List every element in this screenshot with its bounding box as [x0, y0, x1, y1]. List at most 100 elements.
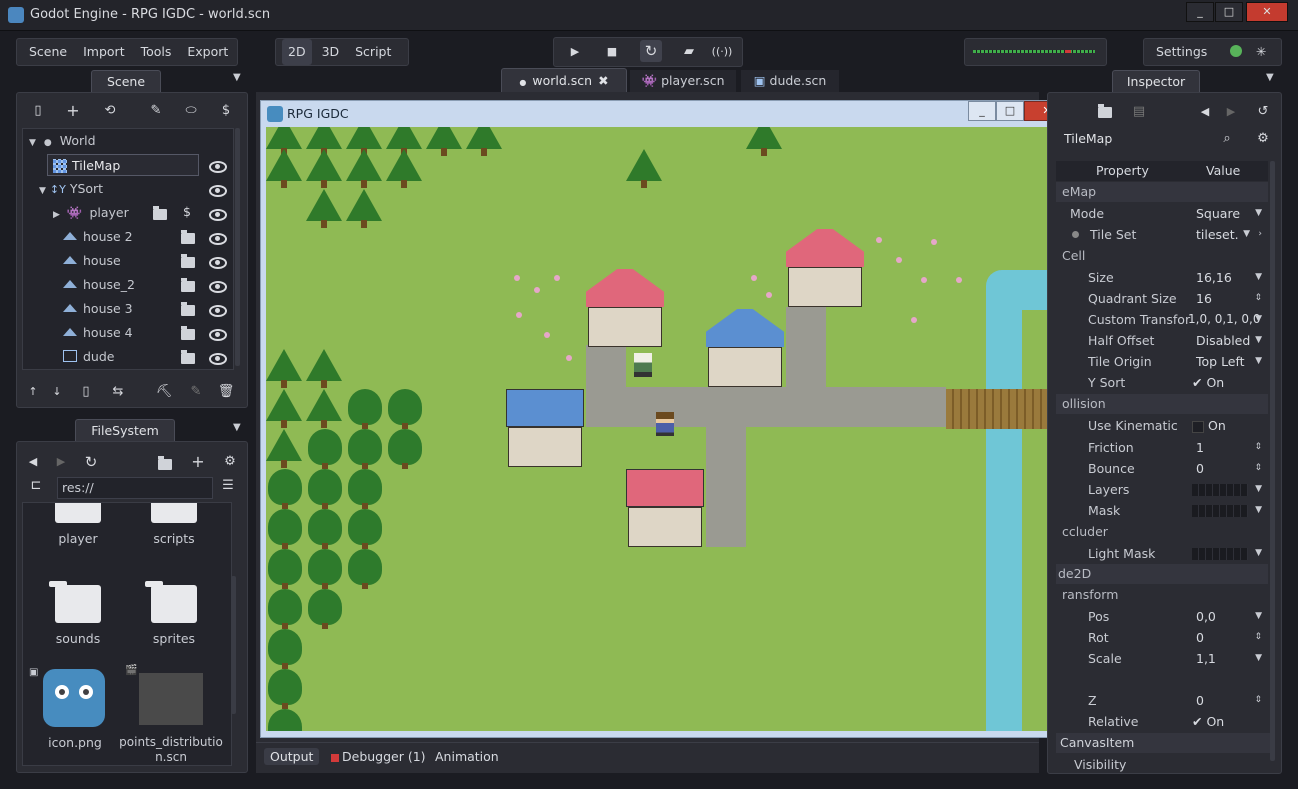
- folder-icon[interactable]: [158, 456, 172, 470]
- expand-arrow-icon[interactable]: ▼: [29, 138, 36, 148]
- file-label[interactable]: icon.png: [35, 735, 115, 750]
- stop-icon[interactable]: ■: [601, 41, 623, 63]
- open-scene-icon[interactable]: [181, 326, 195, 340]
- visibility-eye-icon[interactable]: [209, 161, 227, 173]
- prop-quadrant-size[interactable]: Quadrant Size 16 ⇕: [1056, 288, 1268, 309]
- prop-friction[interactable]: Friction 1 ⇕: [1056, 437, 1268, 458]
- tab-animation[interactable]: Animation: [435, 749, 499, 764]
- visibility-eye-icon[interactable]: [209, 185, 227, 197]
- visibility-eye-icon[interactable]: [209, 329, 227, 341]
- visibility-eye-icon[interactable]: [209, 353, 227, 365]
- tab-filesystem[interactable]: FileSystem: [75, 419, 175, 442]
- collapse-arrow-icon[interactable]: ▶: [53, 210, 60, 220]
- forward-icon[interactable]: ▶: [50, 451, 72, 473]
- visibility-eye-icon[interactable]: [209, 209, 227, 221]
- tab-player-scn[interactable]: 👾 player.scn: [630, 70, 736, 92]
- inspector-scrollbar[interactable]: [1270, 161, 1275, 761]
- search-icon[interactable]: ⌕: [1216, 128, 1238, 150]
- visibility-eye-icon[interactable]: [209, 233, 227, 245]
- mode-script-button[interactable]: Script: [349, 39, 397, 65]
- minimize-button[interactable]: _: [1186, 2, 1214, 22]
- edit-groups-icon[interactable]: ✎: [145, 100, 167, 122]
- menu-import[interactable]: Import: [77, 39, 131, 65]
- prop-bounce[interactable]: Bounce 0 ⇕: [1056, 458, 1268, 479]
- close-tab-icon[interactable]: ✖: [598, 73, 608, 88]
- open-resource-icon[interactable]: [1098, 104, 1112, 118]
- connect-icon[interactable]: ⬭: [180, 100, 202, 122]
- prop-rot[interactable]: Rot 0 ⇕: [1056, 627, 1268, 648]
- filesystem-dock-menu-icon[interactable]: ▼: [233, 422, 241, 433]
- prop-pos[interactable]: Pos 0,0 ▼: [1056, 606, 1268, 627]
- tree-item-dude[interactable]: dude: [83, 346, 114, 368]
- play-icon[interactable]: ▶: [564, 41, 586, 63]
- open-scene-icon[interactable]: [181, 350, 195, 364]
- path-field[interactable]: res://: [57, 477, 213, 499]
- prop-visibility[interactable]: Visibility: [1056, 754, 1268, 773]
- file-label[interactable]: points_distribution.scn: [119, 735, 223, 765]
- save-resource-icon[interactable]: ▤: [1128, 101, 1150, 123]
- delete-icon[interactable]: 🗑: [215, 381, 237, 403]
- new-scene-icon[interactable]: ▯: [27, 100, 49, 122]
- prop-custom-transform[interactable]: Custom Transfor 1,0, 0,1, 0,0 ▼: [1056, 309, 1268, 330]
- menu-scene[interactable]: Scene: [23, 39, 73, 65]
- instance-icon[interactable]: ⟲: [99, 100, 121, 122]
- file-label[interactable]: player: [43, 531, 113, 546]
- script-icon[interactable]: $: [215, 100, 237, 122]
- open-scene-icon[interactable]: [181, 230, 195, 244]
- history-icon[interactable]: ↺: [1252, 101, 1274, 123]
- move-down-icon[interactable]: ↓: [46, 381, 68, 403]
- file-label[interactable]: sounds: [43, 631, 113, 646]
- visibility-eye-icon[interactable]: [209, 281, 227, 293]
- scene-tree-scrollbar[interactable]: [235, 128, 240, 366]
- tree-view-icon[interactable]: ⊏: [25, 475, 47, 497]
- visibility-eye-icon[interactable]: [209, 305, 227, 317]
- inspector-dock-menu-icon[interactable]: ▼: [1266, 72, 1274, 83]
- prop-tile-origin[interactable]: Tile Origin Top Left ▼: [1056, 351, 1268, 372]
- gear-icon[interactable]: ⚙: [219, 451, 241, 473]
- prop-light-mask[interactable]: Light Mask ▼: [1056, 543, 1268, 564]
- add-icon[interactable]: +: [187, 451, 209, 473]
- file-label[interactable]: sprites: [139, 631, 209, 646]
- prop-y-sort[interactable]: Y Sort ✔ On: [1056, 372, 1268, 393]
- prop-layers[interactable]: Layers ▼: [1056, 479, 1268, 500]
- tree-item-world[interactable]: ▼ ● World: [29, 130, 96, 152]
- game-viewport-map[interactable]: [266, 127, 1069, 731]
- game-maximize-button[interactable]: □: [996, 101, 1024, 121]
- file-label[interactable]: scripts: [139, 531, 209, 546]
- mode-2d-button[interactable]: 2D: [282, 39, 312, 65]
- history-forward-icon[interactable]: ▶: [1220, 101, 1242, 123]
- add-node-icon[interactable]: +: [62, 100, 84, 122]
- menu-tools[interactable]: Tools: [135, 39, 178, 65]
- script-attached-icon[interactable]: $: [183, 204, 191, 219]
- prop-tile-set[interactable]: Tile Set tileset. ▼ ›: [1056, 224, 1268, 245]
- settings-button[interactable]: Settings: [1150, 39, 1213, 65]
- file-grid-scrollbar[interactable]: [231, 576, 236, 714]
- tree-item-house-2b[interactable]: house_2: [83, 274, 135, 296]
- tree-item-house-4[interactable]: house 4: [83, 322, 133, 344]
- menu-export[interactable]: Export: [181, 39, 234, 65]
- prop-mask[interactable]: Mask ▼: [1056, 500, 1268, 521]
- tab-output[interactable]: Output: [264, 748, 320, 765]
- prop-scale[interactable]: Scale 1,1 ▼: [1056, 648, 1268, 669]
- maximize-button[interactable]: □: [1215, 2, 1243, 22]
- reload-icon[interactable]: ↻: [640, 40, 662, 62]
- refresh-icon[interactable]: ↻: [80, 451, 102, 473]
- list-view-icon[interactable]: ☰: [217, 475, 239, 497]
- game-minimize-button[interactable]: _: [968, 101, 996, 121]
- tab-scene[interactable]: Scene: [91, 70, 161, 93]
- edit-icon[interactable]: ✎: [185, 381, 207, 403]
- tree-item-house-2[interactable]: house 2: [83, 226, 133, 248]
- prop-size[interactable]: Size 16,16 ▼: [1056, 267, 1268, 288]
- tree-item-house[interactable]: house: [83, 250, 121, 272]
- open-scene-icon[interactable]: [153, 206, 167, 220]
- remote-debug-icon[interactable]: ((·)): [711, 41, 733, 63]
- play-scene-icon[interactable]: ▰: [678, 41, 700, 63]
- tab-dude-scn[interactable]: ▣ dude.scn: [741, 70, 839, 92]
- duplicate-icon[interactable]: ▯: [75, 381, 97, 403]
- tab-inspector[interactable]: Inspector: [1112, 70, 1200, 93]
- tab-world-scn[interactable]: ● world.scn ✖: [501, 68, 627, 93]
- expand-arrow-icon[interactable]: ▼: [39, 186, 46, 196]
- prop-relative[interactable]: Relative ✔ On: [1056, 711, 1268, 732]
- tree-item-ysort[interactable]: ▼ ↕Y YSort: [39, 178, 103, 200]
- open-scene-icon[interactable]: [181, 254, 195, 268]
